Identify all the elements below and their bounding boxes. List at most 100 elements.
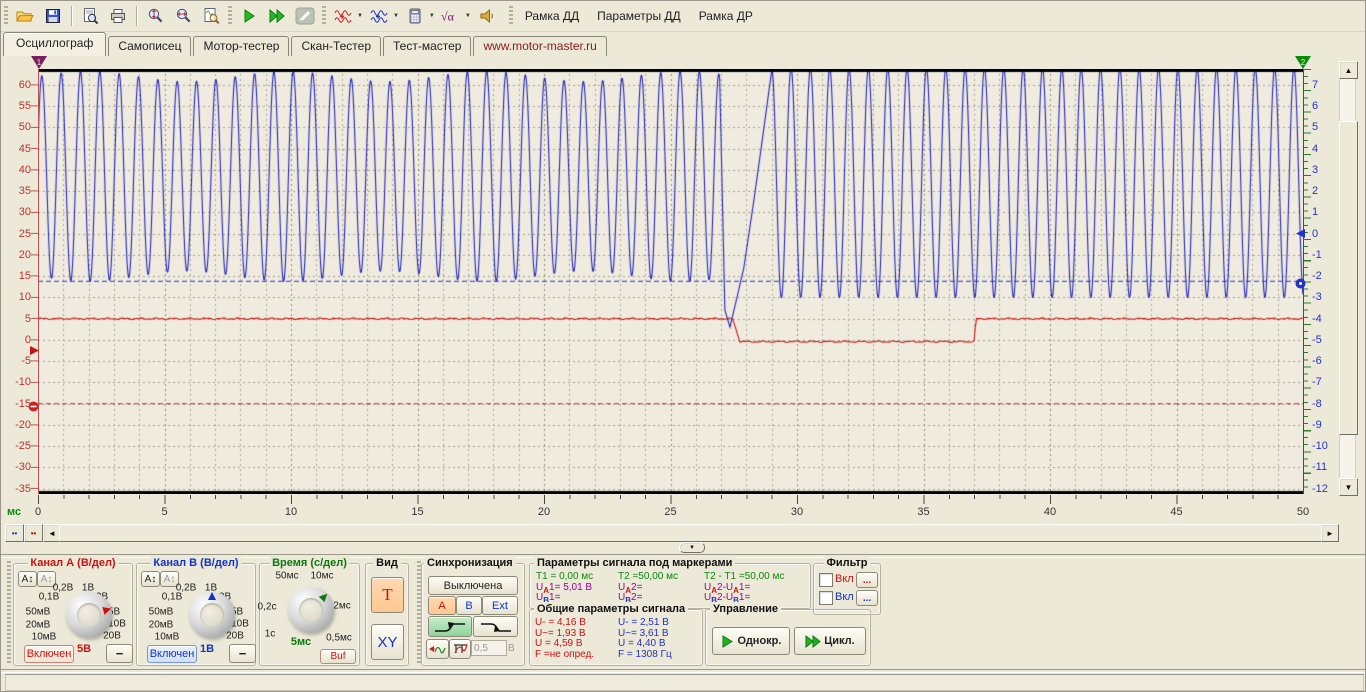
knob-dial[interactable] [288, 587, 334, 633]
knob-scale-label: 50мВ [26, 607, 51, 618]
scroll-right-button[interactable]: ► [1321, 524, 1339, 542]
filter-panel: Фильтр Вкл ... Вкл ... [813, 563, 881, 615]
menu-item-3[interactable]: Рамка ДР [690, 6, 762, 26]
knob-scale-label: 0,2с [258, 602, 277, 613]
x-tick-label: 5 [152, 506, 178, 518]
channel-a-minimize-button[interactable]: − [106, 644, 133, 663]
sync-level-input[interactable] [471, 640, 507, 656]
zoom-vertical-button[interactable] [141, 3, 169, 29]
channel-a-enabled-button[interactable]: Включен [24, 645, 74, 663]
channel-a-zero-marker[interactable] [30, 342, 39, 360]
print-preview-button[interactable] [76, 3, 104, 29]
calculator-button[interactable] [401, 3, 429, 29]
filter-b-checkbox[interactable] [819, 591, 833, 605]
menu-item-1[interactable]: Рамка ДД [516, 6, 588, 26]
channel-b-zero-marker[interactable] [1296, 225, 1305, 243]
left-tick-label: -20 [1, 419, 31, 431]
marker-params-values: T1 = 0,00 мсT2 =50,00 мсT2 - T1 =50,00 м… [536, 571, 806, 605]
left-tick-label: 40 [1, 164, 31, 176]
general-params-title: Общие параметры сигнала [534, 602, 688, 616]
channel-b-enabled-button[interactable]: Включен [147, 645, 197, 663]
single-run-button[interactable]: Однокр. [712, 627, 790, 655]
filter-a-checkbox[interactable] [819, 573, 833, 587]
tab-скан-тестер[interactable]: Скан-Тестер [291, 36, 381, 56]
filter-a-settings-button[interactable]: ... [856, 572, 878, 588]
status-bar [5, 674, 1364, 691]
math-button[interactable]: √α [437, 3, 465, 29]
knob-value-label: 5В [77, 643, 91, 655]
control-title: Управление [710, 602, 781, 616]
control-panel: Управление Однокр. Цикл. [705, 609, 871, 666]
marker-param-value: T1 = 0,00 мс [536, 571, 593, 582]
cycle-run-button[interactable]: Цикл. [794, 627, 866, 655]
right-tick-label: 7 [1312, 79, 1318, 91]
right-tick-label: -9 [1312, 419, 1322, 431]
sync-source-ext-button[interactable]: Ext [482, 596, 518, 615]
general-param-value: U- = 2,51 В [618, 617, 669, 628]
knob-dial[interactable] [189, 592, 235, 638]
open-button[interactable] [11, 3, 39, 29]
view-time-button[interactable]: T [371, 577, 404, 613]
sync-level-unit: В [508, 643, 515, 654]
right-tick-label: 2 [1312, 185, 1318, 197]
knob-dial[interactable] [66, 592, 112, 638]
collapse-panel-button[interactable]: ▼ [679, 542, 705, 553]
x-tick-label: 40 [1037, 506, 1063, 518]
knob-scale-label: 0,5мс [326, 633, 352, 644]
print-button[interactable] [104, 3, 132, 29]
tab-тест-мастер[interactable]: Тест-мастер [383, 36, 471, 56]
sound-button[interactable] [473, 3, 501, 29]
knob-scale-label: 50мс [276, 571, 299, 582]
toolbar-gripper[interactable] [509, 6, 513, 26]
right-tick-label: 5 [1312, 121, 1318, 133]
inspect-signal-button[interactable] [197, 3, 225, 29]
jump-marker-a-button[interactable]: •• [24, 524, 43, 542]
sync-off-button[interactable]: Выключена [428, 576, 518, 595]
start-button[interactable] [235, 3, 263, 29]
dropdown-arrow-icon[interactable]: ▼ [465, 13, 471, 19]
sync-level-mode-button[interactable] [449, 639, 471, 659]
sync-source-b-button[interactable]: В [456, 596, 482, 615]
oscilloscope-plot[interactable] [38, 69, 1303, 494]
start-cycle-button[interactable] [263, 3, 291, 29]
spectrum-a-button[interactable] [329, 3, 357, 29]
menu-item-2[interactable]: Параметры ДД [588, 6, 690, 26]
view-xy-button[interactable]: XY [371, 624, 404, 660]
dropdown-arrow-icon[interactable]: ▼ [429, 13, 435, 19]
horizontal-scroll-thumb[interactable] [59, 524, 1323, 542]
edit-button[interactable] [291, 3, 319, 29]
zoom-horizontal-button[interactable] [169, 3, 197, 29]
dropdown-arrow-icon[interactable]: ▼ [393, 13, 399, 19]
toolbar-gripper[interactable] [4, 6, 8, 26]
x-tick-label: 35 [911, 506, 937, 518]
save-button[interactable] [39, 3, 67, 29]
knob-scale-label: 0,2В [53, 583, 74, 594]
tab-самописец[interactable]: Самописец [108, 36, 191, 56]
sync-oneshot-mode-button[interactable] [426, 639, 449, 659]
sync-falling-edge-button[interactable] [473, 616, 518, 637]
scroll-up-button[interactable]: ▲ [1339, 61, 1358, 79]
tab-осциллограф[interactable]: Осциллограф [3, 32, 106, 56]
status-divider [1, 669, 1366, 673]
marker-param-value: T2 - T1 =50,00 мс [704, 571, 784, 582]
marker-1-handle[interactable]: 1 [31, 56, 47, 74]
marker-2-handle[interactable]: 2 [1295, 56, 1311, 74]
channel-b-marker-level[interactable] [1295, 276, 1306, 294]
scroll-down-button[interactable]: ▼ [1339, 478, 1358, 496]
buffer-button[interactable]: Buf [320, 649, 356, 664]
spectrum-b-button[interactable] [365, 3, 393, 29]
tab-мотор-тестер[interactable]: Мотор-тестер [193, 36, 289, 56]
channel-a-trigger-marker[interactable] [28, 399, 39, 417]
time-unit-label: мс [7, 506, 21, 518]
general-param-value: F =не опред. [535, 649, 594, 660]
view-panel: Вид T XY [365, 563, 409, 666]
panel-gripper[interactable] [7, 561, 11, 664]
vertical-scroll-thumb[interactable] [1339, 121, 1358, 435]
tab-www-motor-master-ru[interactable]: www.motor-master.ru [473, 36, 606, 56]
sync-source-a-button[interactable]: А [428, 596, 456, 615]
filter-b-settings-button[interactable]: ... [856, 590, 878, 606]
jump-marker-b-button[interactable]: •• [5, 524, 24, 542]
knob-pointer [189, 592, 235, 638]
dropdown-arrow-icon[interactable]: ▼ [357, 13, 363, 19]
sync-rising-edge-button[interactable] [428, 616, 472, 637]
